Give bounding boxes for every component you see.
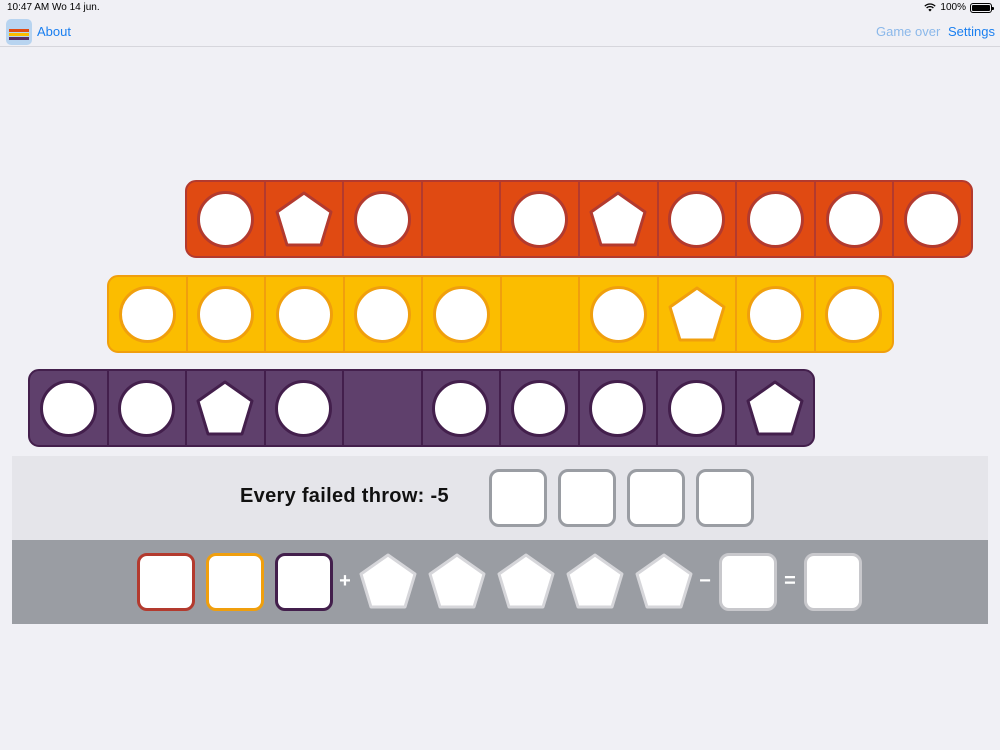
- failed-throw-box[interactable]: [489, 469, 547, 527]
- orange-cell[interactable]: [342, 182, 421, 256]
- circle-icon: [667, 379, 725, 437]
- orange-cell[interactable]: [892, 182, 971, 256]
- circle-icon: [39, 379, 97, 437]
- score-bar: + − =: [12, 540, 988, 624]
- game-over-button[interactable]: Game over: [876, 24, 940, 39]
- circle-icon: [668, 190, 726, 248]
- purple-cell[interactable]: [106, 371, 186, 445]
- pentagon-score-icon: [359, 553, 417, 609]
- yellow-cell[interactable]: [421, 277, 500, 351]
- orange-cell[interactable]: [420, 182, 500, 256]
- plus-sign: +: [339, 570, 351, 592]
- yellow-cell[interactable]: [813, 277, 893, 351]
- circle-icon: [904, 190, 962, 248]
- settings-button[interactable]: Settings: [948, 24, 995, 39]
- purple-cell[interactable]: [656, 371, 735, 445]
- purple-score-box: [275, 553, 333, 611]
- purple-row: [28, 369, 815, 447]
- circle-icon: [825, 285, 883, 343]
- circle-icon: [197, 285, 255, 343]
- yellow-score-box: [206, 553, 264, 611]
- circle-icon: [353, 190, 411, 248]
- yellow-cell[interactable]: [499, 277, 579, 351]
- pentagon-score-icon: [566, 553, 624, 609]
- circle-icon: [118, 379, 176, 437]
- nav-bar: About Game over Settings: [0, 16, 1000, 47]
- yellow-cell[interactable]: [264, 277, 343, 351]
- orange-cell[interactable]: [656, 182, 736, 256]
- orange-cell[interactable]: [263, 182, 343, 256]
- orange-cell[interactable]: [187, 182, 264, 256]
- status-date: Wo 14 jun.: [52, 2, 100, 13]
- battery-icon: [970, 2, 994, 13]
- pentagon-icon: [275, 191, 333, 247]
- orange-cell[interactable]: [499, 182, 578, 256]
- failed-throws-panel: Every failed throw: -5: [12, 456, 988, 540]
- purple-cell[interactable]: [342, 371, 421, 445]
- purple-cell[interactable]: [185, 371, 264, 445]
- pentagon-score-icon: [635, 553, 693, 609]
- pentagon-icon: [196, 380, 254, 436]
- circle-icon: [746, 190, 804, 248]
- pentagon-score-icon: [497, 553, 555, 609]
- status-time: 10:47 AM: [7, 2, 50, 13]
- circle-icon: [510, 379, 568, 437]
- yellow-cell[interactable]: [735, 277, 814, 351]
- minus-sign: −: [699, 570, 711, 592]
- yellow-row: [107, 275, 894, 353]
- purple-cell[interactable]: [734, 371, 814, 445]
- failed-throw-box[interactable]: [558, 469, 616, 527]
- pentagon-icon: [668, 286, 726, 342]
- pentagon-icon: [589, 191, 647, 247]
- app-logo-icon[interactable]: [6, 19, 32, 45]
- about-button[interactable]: About: [37, 24, 71, 39]
- battery-percent: 100%: [940, 2, 966, 13]
- orange-cell[interactable]: [813, 182, 893, 256]
- orange-row: [185, 180, 973, 258]
- yellow-cell[interactable]: [342, 277, 422, 351]
- circle-icon: [118, 285, 176, 343]
- orange-score-box: [137, 553, 195, 611]
- failed-throws-label: Every failed throw: -5: [240, 485, 449, 507]
- circle-icon: [589, 379, 647, 437]
- orange-cell[interactable]: [577, 182, 657, 256]
- yellow-cell[interactable]: [109, 277, 186, 351]
- pentagon-icon: [746, 380, 804, 436]
- circle-icon: [825, 190, 883, 248]
- circle-icon: [432, 285, 490, 343]
- circle-icon: [589, 285, 647, 343]
- orange-cell[interactable]: [735, 182, 814, 256]
- circle-icon: [275, 379, 333, 437]
- status-bar: 10:47 AM Wo 14 jun. 100%: [0, 0, 1000, 16]
- purple-cell[interactable]: [577, 371, 657, 445]
- circle-icon: [354, 285, 412, 343]
- purple-cell[interactable]: [30, 371, 107, 445]
- yellow-cell[interactable]: [578, 277, 657, 351]
- circle-icon: [746, 285, 804, 343]
- circle-icon: [432, 379, 490, 437]
- wifi-icon: [924, 3, 937, 12]
- failed-throw-box[interactable]: [627, 469, 685, 527]
- purple-cell[interactable]: [499, 371, 578, 445]
- circle-icon: [196, 190, 254, 248]
- yellow-cell[interactable]: [656, 277, 736, 351]
- purple-cell[interactable]: [263, 371, 343, 445]
- penalty-score-box: [719, 553, 777, 611]
- pentagon-score-icon: [428, 553, 486, 609]
- equals-sign: =: [784, 570, 796, 592]
- total-score-box: [804, 553, 862, 611]
- yellow-cell[interactable]: [185, 277, 265, 351]
- circle-icon: [511, 190, 569, 248]
- failed-throw-box[interactable]: [696, 469, 754, 527]
- circle-icon: [275, 285, 333, 343]
- purple-cell[interactable]: [420, 371, 500, 445]
- status-right: 100%: [924, 2, 994, 13]
